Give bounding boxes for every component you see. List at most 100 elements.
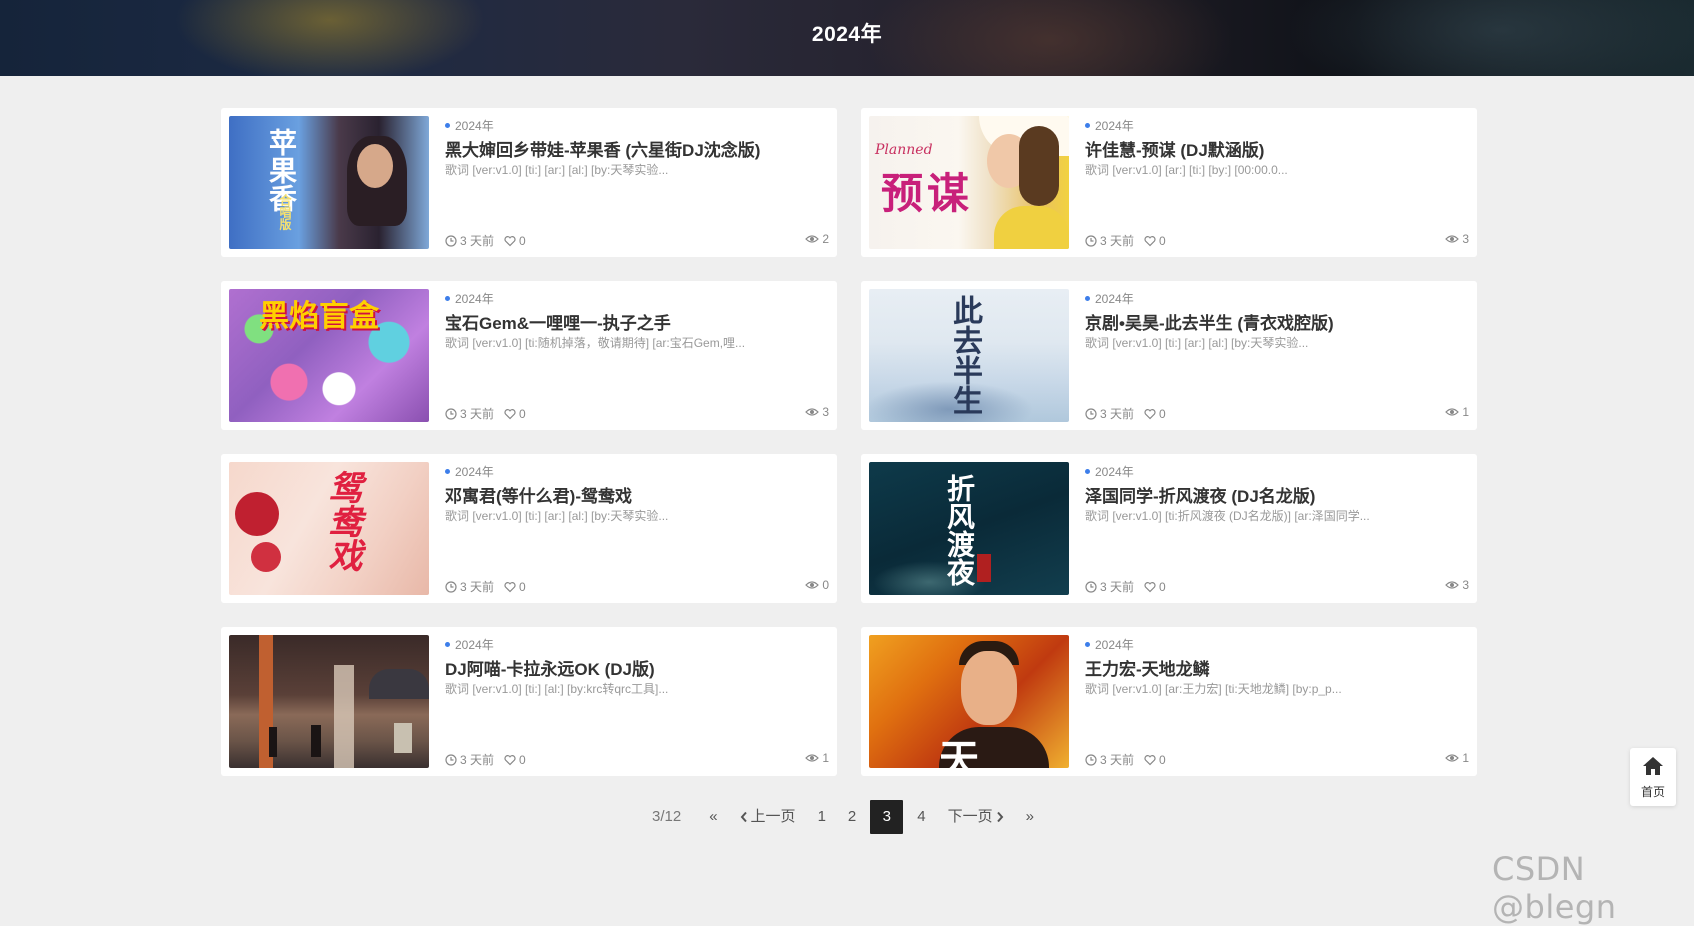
post-card[interactable]: 苹果香 合唱版 2024年 黑大婶回乡带娃-苹果香 (六星街DJ沈念版) 歌词 … bbox=[221, 108, 837, 257]
post-title[interactable]: 许佳慧-预谋 (DJ默涵版) bbox=[1085, 136, 1465, 161]
heart-icon[interactable] bbox=[1144, 581, 1156, 593]
eye-icon bbox=[805, 235, 820, 243]
post-card[interactable]: Planned 预谋 2024年 许佳慧-预谋 (DJ默涵版) 歌词 [ver:… bbox=[861, 108, 1477, 257]
page-link-4[interactable]: 4 bbox=[909, 800, 933, 834]
eye-icon bbox=[805, 754, 820, 762]
page-link-2[interactable]: 2 bbox=[840, 800, 864, 834]
post-card[interactable]: 天 2024年 王力宏-天地龙鳞 歌词 [ver:v1.0] [ar:王力宏] … bbox=[861, 627, 1477, 776]
next-page-label[interactable]: 下一页 bbox=[948, 800, 993, 834]
post-likes[interactable]: 0 bbox=[1159, 407, 1166, 421]
post-title[interactable]: 宝石Gem&一哩哩一-执子之手 bbox=[445, 309, 825, 334]
category-dot bbox=[445, 642, 450, 648]
post-views: 1 bbox=[1445, 751, 1469, 765]
post-meta: 3 天前 0 bbox=[1085, 751, 1166, 768]
clock-icon bbox=[445, 753, 457, 766]
thumb-subtitle-text: Planned bbox=[875, 142, 933, 158]
post-thumbnail[interactable]: 天 bbox=[869, 635, 1069, 768]
post-card[interactable]: 折风渡夜 2024年 泽国同学-折风渡夜 (DJ名龙版) 歌词 [ver:v1.… bbox=[861, 454, 1477, 603]
post-title[interactable]: 王力宏-天地龙鳞 bbox=[1085, 655, 1465, 680]
page-link-1[interactable]: 1 bbox=[810, 800, 834, 834]
post-excerpt: 歌词 [ver:v1.0] [ti:] [ar:] [al:] [by:天琴实验… bbox=[445, 509, 669, 523]
first-page-link[interactable]: « bbox=[701, 800, 725, 834]
prev-page-label[interactable]: 上一页 bbox=[751, 800, 796, 834]
post-view-count: 3 bbox=[1462, 578, 1469, 592]
post-thumbnail[interactable]: 鸳鸯戏 bbox=[229, 462, 429, 595]
post-thumbnail[interactable] bbox=[229, 635, 429, 768]
post-views: 3 bbox=[1445, 578, 1469, 592]
thumb-title-text: 天 bbox=[939, 736, 979, 768]
post-title[interactable]: 邓寓君(等什么君)-鸳鸯戏 bbox=[445, 482, 825, 507]
post-likes[interactable]: 0 bbox=[1159, 580, 1166, 594]
thumb-subtitle-text: 合唱版 bbox=[278, 194, 292, 230]
post-view-count: 1 bbox=[1462, 405, 1469, 419]
post-view-count: 0 bbox=[822, 578, 829, 592]
post-time: 3 天前 bbox=[1100, 234, 1135, 248]
post-excerpt: 歌词 [ver:v1.0] [ti:] [al:] [by:krc转qrc工具]… bbox=[445, 682, 669, 696]
heart-icon[interactable] bbox=[504, 235, 516, 247]
page-link-current[interactable]: 3 bbox=[870, 800, 904, 834]
post-views: 1 bbox=[1445, 405, 1469, 419]
post-likes[interactable]: 0 bbox=[519, 407, 526, 421]
thumb-title-text: 折风渡夜 bbox=[943, 474, 976, 586]
post-category[interactable]: 2024年 bbox=[445, 463, 494, 480]
clock-icon bbox=[1085, 234, 1097, 247]
post-card[interactable]: 黑焰盲盒 2024年 宝石Gem&一哩哩一-执子之手 歌词 [ver:v1.0]… bbox=[221, 281, 837, 430]
post-category[interactable]: 2024年 bbox=[445, 290, 494, 307]
post-meta: 3 天前 0 bbox=[445, 232, 526, 249]
post-title[interactable]: DJ阿喵-卡拉永远OK (DJ版) bbox=[445, 655, 825, 680]
post-excerpt: 歌词 [ver:v1.0] [ar:王力宏] [ti:天地龙鳞] [by:p_p… bbox=[1085, 682, 1342, 696]
post-category[interactable]: 2024年 bbox=[1085, 290, 1134, 307]
post-card[interactable]: 此去半生 2024年 京剧•吴昊-此去半生 (青衣戏腔版) 歌词 [ver:v1… bbox=[861, 281, 1477, 430]
heart-icon[interactable] bbox=[1144, 235, 1156, 247]
post-views: 2 bbox=[805, 232, 829, 246]
post-title[interactable]: 泽国同学-折风渡夜 (DJ名龙版) bbox=[1085, 482, 1465, 507]
post-likes[interactable]: 0 bbox=[519, 234, 526, 248]
post-category[interactable]: 2024年 bbox=[445, 636, 494, 653]
next-page-link[interactable]: 下一页 bbox=[940, 800, 1012, 834]
post-category[interactable]: 2024年 bbox=[445, 117, 494, 134]
heart-icon[interactable] bbox=[504, 408, 516, 420]
post-meta: 3 天前 0 bbox=[445, 578, 526, 595]
heart-icon[interactable] bbox=[1144, 408, 1156, 420]
post-category[interactable]: 2024年 bbox=[1085, 463, 1134, 480]
post-time: 3 天前 bbox=[460, 753, 495, 767]
post-views: 1 bbox=[805, 751, 829, 765]
category-dot bbox=[1085, 642, 1090, 648]
post-view-count: 2 bbox=[822, 232, 829, 246]
post-time: 3 天前 bbox=[460, 580, 495, 594]
watermark: CSDN @blegn bbox=[1492, 850, 1617, 926]
post-title[interactable]: 京剧•吴昊-此去半生 (青衣戏腔版) bbox=[1085, 309, 1465, 334]
post-thumbnail[interactable]: Planned 预谋 bbox=[869, 116, 1069, 249]
category-dot bbox=[1085, 123, 1090, 129]
home-label[interactable]: 首页 bbox=[1630, 783, 1676, 800]
post-meta: 3 天前 0 bbox=[445, 405, 526, 422]
post-likes[interactable]: 0 bbox=[519, 580, 526, 594]
eye-icon bbox=[805, 408, 820, 416]
post-thumbnail[interactable]: 黑焰盲盒 bbox=[229, 289, 429, 422]
post-thumbnail[interactable]: 折风渡夜 bbox=[869, 462, 1069, 595]
post-views: 0 bbox=[805, 578, 829, 592]
post-excerpt: 歌词 [ver:v1.0] [ti:随机掉落，敬请期待] [ar:宝石Gem,哩… bbox=[445, 336, 746, 350]
post-likes[interactable]: 0 bbox=[1159, 234, 1166, 248]
heart-icon[interactable] bbox=[504, 754, 516, 766]
post-view-count: 3 bbox=[822, 405, 829, 419]
post-category[interactable]: 2024年 bbox=[1085, 117, 1134, 134]
home-button[interactable]: 首页 bbox=[1630, 748, 1676, 806]
clock-icon bbox=[1085, 580, 1097, 593]
post-thumbnail[interactable]: 此去半生 bbox=[869, 289, 1069, 422]
eye-icon bbox=[1445, 408, 1460, 416]
thumb-title-text: 鸳鸯戏 bbox=[322, 470, 362, 572]
post-thumbnail[interactable]: 苹果香 合唱版 bbox=[229, 116, 429, 249]
heart-icon[interactable] bbox=[1144, 754, 1156, 766]
post-category[interactable]: 2024年 bbox=[1085, 636, 1134, 653]
eye-icon bbox=[1445, 581, 1460, 589]
post-title[interactable]: 黑大婶回乡带娃-苹果香 (六星街DJ沈念版) bbox=[445, 136, 825, 161]
heart-icon[interactable] bbox=[504, 581, 516, 593]
last-page-link[interactable]: » bbox=[1018, 800, 1042, 834]
post-likes[interactable]: 0 bbox=[1159, 753, 1166, 767]
post-card[interactable]: 鸳鸯戏 2024年 邓寓君(等什么君)-鸳鸯戏 歌词 [ver:v1.0] [t… bbox=[221, 454, 837, 603]
prev-page-link[interactable]: 上一页 bbox=[732, 800, 804, 834]
post-likes[interactable]: 0 bbox=[519, 753, 526, 767]
post-card[interactable]: 2024年 DJ阿喵-卡拉永远OK (DJ版) 歌词 [ver:v1.0] [t… bbox=[221, 627, 837, 776]
clock-icon bbox=[1085, 407, 1097, 420]
